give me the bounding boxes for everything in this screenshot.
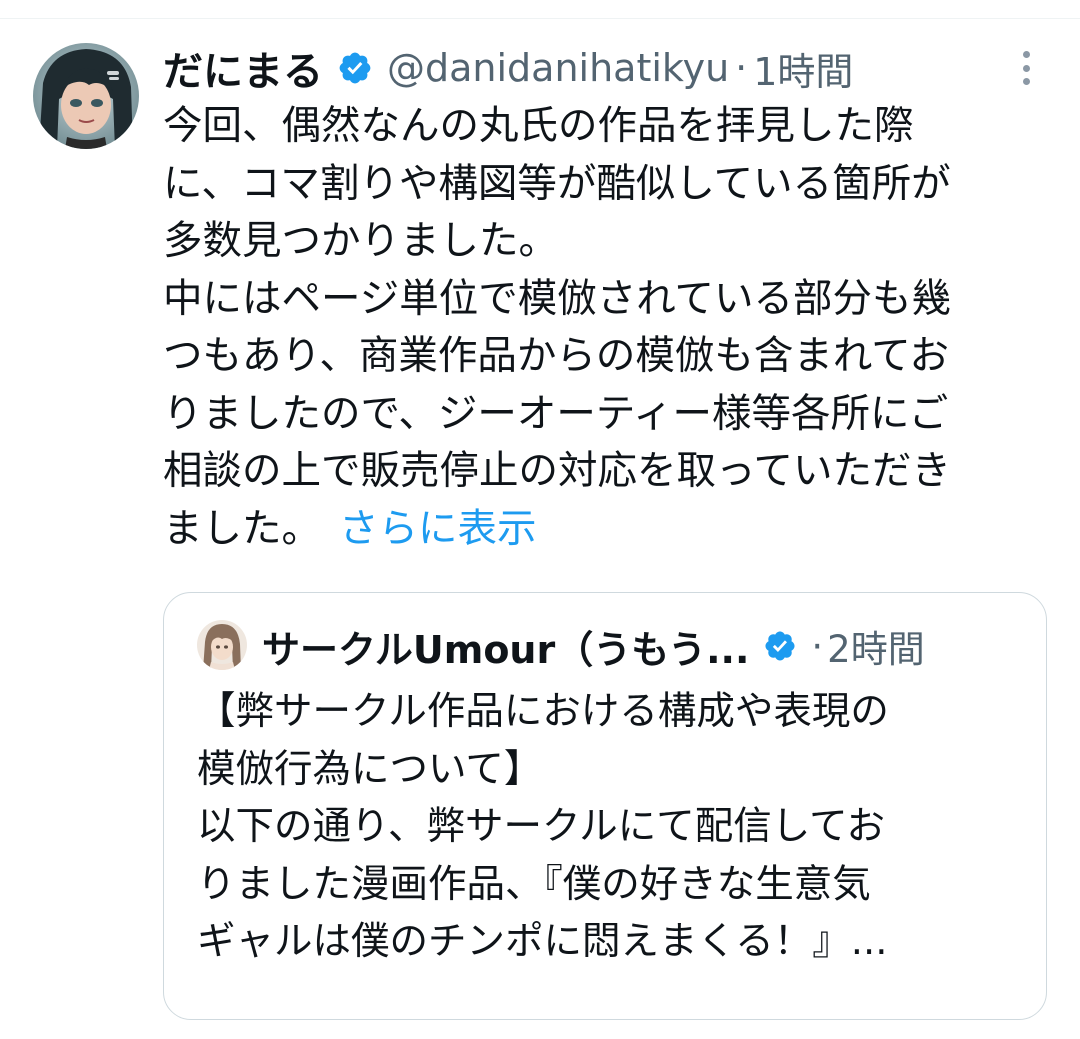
quoted-header-separator: ·	[811, 624, 824, 668]
top-divider	[0, 18, 1080, 19]
tweet-text-line: 相談の上で販売停止の対応を取っていただき	[163, 448, 952, 494]
tweet-header: だにまる @danidanihatikyu · 1時間	[163, 40, 853, 96]
quoted-tweet-card[interactable]: サークルUmour（うもう... · 2時間 【弊サークル作品における構成や表現…	[163, 592, 1047, 1020]
verified-badge-icon[interactable]	[337, 50, 373, 86]
quoted-author-avatar[interactable]	[197, 620, 247, 670]
tweet-text-line: つもあり、商業作品からの模倣も含まれてお	[163, 333, 950, 379]
show-more-link[interactable]: さらに表示	[339, 506, 537, 552]
tweet-text-line: りましたので、ジーオーティー様等各所にご	[163, 390, 949, 437]
tweet-text-line: 多数見つかりました。	[163, 218, 558, 264]
author-display-name[interactable]: だにまる	[163, 39, 323, 97]
quoted-text-line: 【弊サークル作品における構成や表現の	[197, 689, 889, 734]
quoted-author-display-name[interactable]: サークルUmour（うもう...	[262, 619, 749, 674]
tweet-text-line: 今回、偶然なんの丸氏の作品を拝見した際	[163, 103, 914, 149]
quoted-tweet-timestamp[interactable]: 2時間	[827, 619, 925, 673]
more-vertical-icon[interactable]	[1012, 48, 1040, 88]
quoted-tweet-header: サークルUmour（うもう... · 2時間	[262, 620, 925, 672]
author-avatar[interactable]	[33, 43, 139, 149]
quoted-text-line: 模倣行為について】	[197, 746, 543, 792]
tweet-text-line: 中にはページ単位で模倣されている部分も幾	[163, 275, 952, 322]
header-separator: ·	[735, 46, 748, 90]
quoted-text-line: 以下の通り、弊サークルにて配信してお	[197, 804, 885, 849]
tweet-text-line: に、コマ割りや構図等が酷似している箇所が	[163, 160, 951, 207]
quoted-text-line: りました漫画作品、『僕の好きな生意気	[197, 861, 871, 907]
author-handle[interactable]: @danidanihatikyu	[387, 46, 729, 90]
tweet-text-line: ました。	[163, 505, 321, 552]
quoted-tweet-body: 【弊サークル作品における構成や表現の 模倣行為について】 以下の通り、弊サークル…	[197, 683, 1027, 971]
tweet-text-line-last: ました。 さらに表示	[163, 501, 1063, 559]
quoted-text-line: ギャルは僕のチンポに悶えまくる！』...	[197, 919, 888, 964]
tweet-timestamp[interactable]: 1時間	[753, 41, 853, 96]
tweet-body: 今回、偶然なんの丸氏の作品を拝見した際 に、コマ割りや構図等が酷似している箇所が…	[163, 98, 1063, 558]
verified-badge-icon[interactable]	[763, 629, 797, 663]
